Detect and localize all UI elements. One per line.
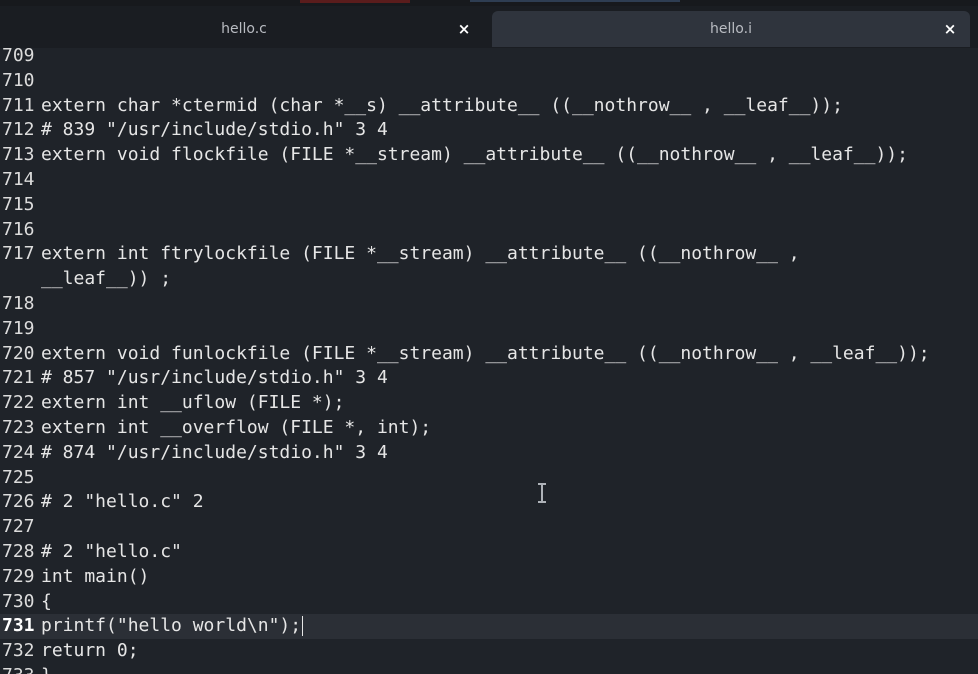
line-number: 721 <box>2 367 35 389</box>
close-icon[interactable]: × <box>940 11 960 47</box>
code-line[interactable]: 711 extern char *ctermid (char *__s) __at… <box>0 94 978 119</box>
line-number: 733 <box>2 664 38 674</box>
code-line[interactable]: 722 extern int __uflow (FILE *); <box>0 391 978 416</box>
code-line[interactable]: 732 return 0; <box>0 639 978 664</box>
code-line[interactable]: 717 extern int ftrylockfile (FILE *__stre… <box>0 242 978 267</box>
line-text[interactable]: __leaf__)) ; <box>41 267 171 292</box>
code-line[interactable]: 730 { <box>0 590 978 615</box>
line-text[interactable]: { <box>41 590 52 615</box>
code-line[interactable]: 719 <box>0 317 978 342</box>
line-text[interactable]: extern int __overflow (FILE *, int); <box>41 416 431 441</box>
line-text[interactable]: printf("hello world\n"); <box>41 614 304 639</box>
code-line[interactable]: 724 # 874 "/usr/include/stdio.h" 3 4 <box>0 441 978 466</box>
text-cursor-icon <box>537 483 547 503</box>
line-text[interactable]: } <box>41 664 52 674</box>
line-text[interactable]: extern char *ctermid (char *__s) __attri… <box>41 94 843 119</box>
code-line[interactable]: 725 <box>0 466 978 491</box>
line-number: 712 <box>2 119 35 141</box>
code-line[interactable]: 713 extern void flockfile (FILE *__stream… <box>0 143 978 168</box>
line-number: 710 <box>2 69 35 91</box>
line-number: 718 <box>2 293 35 314</box>
code-line[interactable]: 710 <box>0 69 978 94</box>
line-number: 709 <box>2 48 35 66</box>
code-line[interactable]: 729 int main() <box>0 565 978 590</box>
code-line[interactable]: 723 extern int __overflow (FILE *, int); <box>0 416 978 441</box>
code-line[interactable]: 718 <box>0 292 978 317</box>
top-strip-accent-blue <box>470 0 680 2</box>
code-line[interactable]: 720 extern void funlockfile (FILE *__stre… <box>0 342 978 367</box>
line-number: 730 <box>2 590 35 612</box>
line-text[interactable]: # 839 "/usr/include/stdio.h" 3 4 <box>41 118 388 143</box>
code-line[interactable]: 726 # 2 "hello.c" 2 <box>0 490 978 515</box>
code-line[interactable]: 712 # 839 "/usr/include/stdio.h" 3 4 <box>0 118 978 143</box>
close-icon[interactable]: × <box>454 11 474 47</box>
line-number: 726 <box>2 491 35 513</box>
code-line[interactable]: 714 <box>0 168 978 193</box>
line-number: 727 <box>2 516 35 538</box>
line-text[interactable]: extern void funlockfile (FILE *__stream)… <box>41 342 930 367</box>
line-number: 719 <box>2 317 35 339</box>
code-line[interactable]: 727 <box>0 515 978 540</box>
line-number: 711 <box>2 94 35 116</box>
code-editor[interactable]: 709 710 711 extern char *ctermid (char *__s… <box>0 48 978 674</box>
tab-hello-c[interactable]: hello.c × <box>0 11 488 47</box>
line-number: 724 <box>2 441 35 463</box>
tab-label: hello.i <box>710 21 752 37</box>
line-number: 715 <box>2 193 35 215</box>
tab-hello-i[interactable]: hello.i × <box>492 11 970 47</box>
code-line[interactable]: 728 # 2 "hello.c" <box>0 540 978 565</box>
line-text[interactable]: extern int ftrylockfile (FILE *__stream)… <box>41 242 800 267</box>
line-number: 729 <box>2 565 35 587</box>
line-number: 731 <box>2 615 35 637</box>
code-line-wrapped[interactable]: __leaf__)) ; <box>0 267 978 292</box>
line-text[interactable]: return 0; <box>41 639 139 664</box>
code-line[interactable]: 716 <box>0 218 978 243</box>
line-number: 717 <box>2 243 35 265</box>
line-number: 716 <box>2 218 35 240</box>
tab-label: hello.c <box>221 21 267 37</box>
line-number: 714 <box>2 169 35 190</box>
line-text[interactable]: # 2 "hello.c" 2 <box>41 490 204 515</box>
text-caret <box>302 616 304 637</box>
top-strip-accent-red <box>300 0 410 3</box>
line-text[interactable]: # 2 "hello.c" <box>41 540 182 565</box>
line-text[interactable]: int main() <box>41 565 149 590</box>
line-number: 720 <box>2 342 35 364</box>
code-line[interactable]: 715 <box>0 193 978 218</box>
line-number: 732 <box>2 640 35 662</box>
line-text[interactable]: # 874 "/usr/include/stdio.h" 3 4 <box>41 441 388 466</box>
line-number: 725 <box>2 466 35 488</box>
code-line[interactable]: 733} <box>0 664 978 674</box>
tab-bar: hello.c × hello.i × <box>0 6 978 49</box>
line-number: 713 <box>2 144 35 166</box>
code-line[interactable]: 721 # 857 "/usr/include/stdio.h" 3 4 <box>0 366 978 391</box>
line-text[interactable]: # 857 "/usr/include/stdio.h" 3 4 <box>41 366 388 391</box>
line-number: 728 <box>2 541 35 562</box>
code-line[interactable]: 709 <box>0 48 978 69</box>
line-number: 722 <box>2 392 35 414</box>
line-text[interactable]: extern int __uflow (FILE *); <box>41 391 344 416</box>
code-line[interactable]: 731 printf("hello world\n"); <box>0 614 978 640</box>
line-text[interactable]: extern void flockfile (FILE *__stream) _… <box>41 143 908 168</box>
line-number: 723 <box>2 417 35 438</box>
